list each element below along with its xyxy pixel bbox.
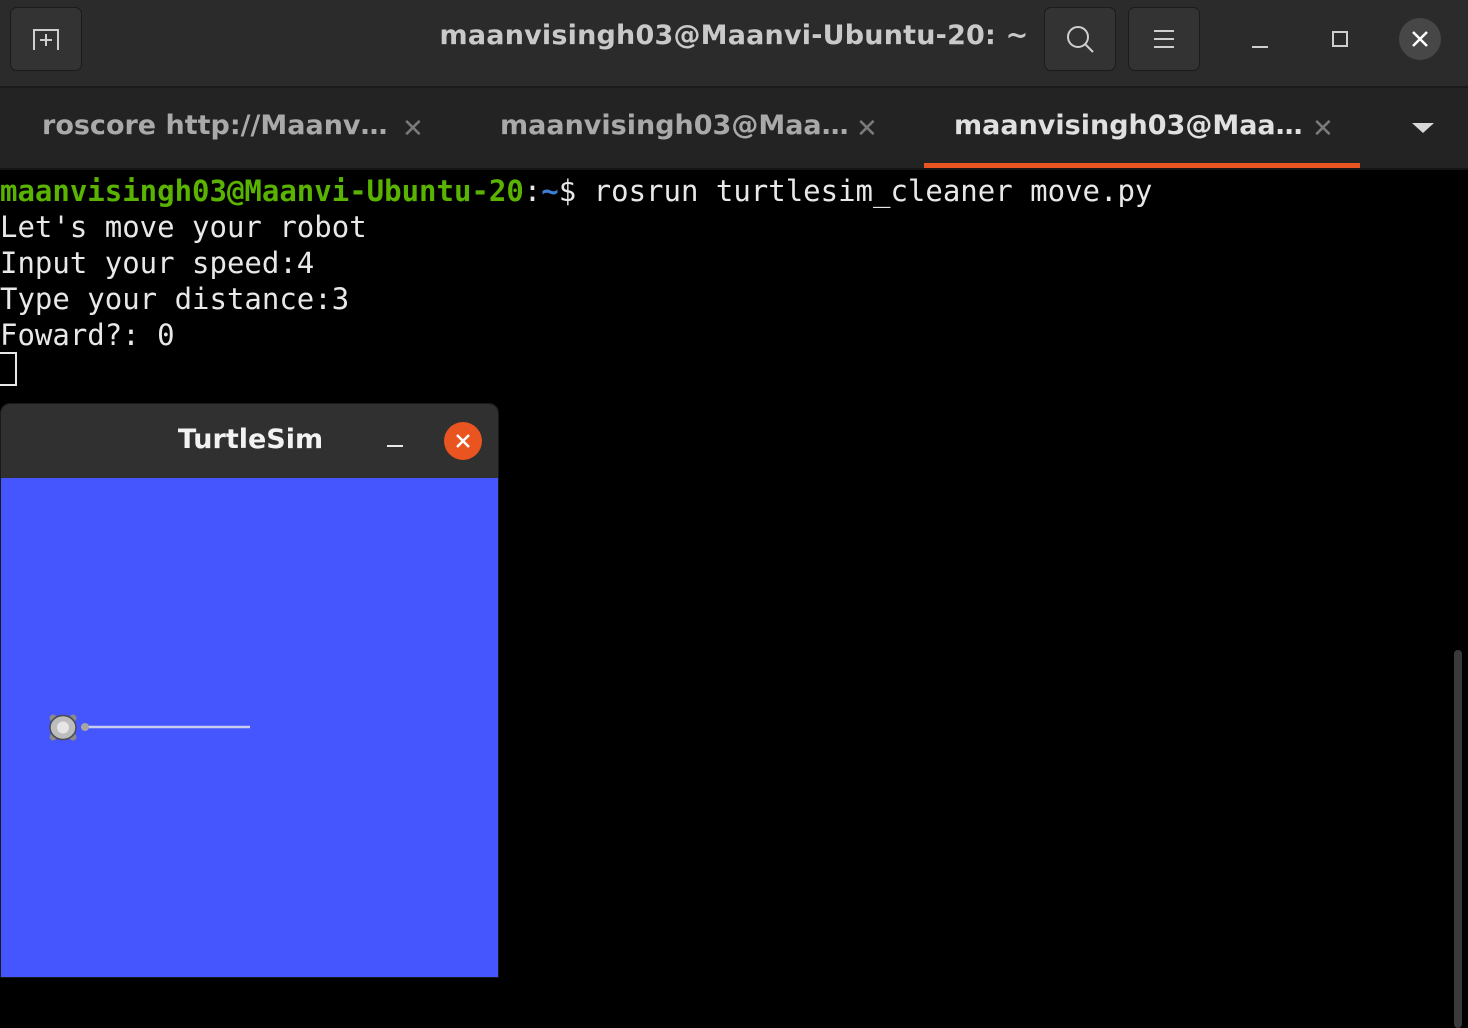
prompt-symbol: $ — [558, 174, 594, 208]
tab-close-icon[interactable]: ✕ — [402, 114, 424, 144]
tab-overflow-button[interactable] — [1410, 120, 1436, 139]
prompt-separator: : — [523, 174, 542, 208]
tab-close-icon[interactable]: ✕ — [1312, 114, 1334, 144]
output-line: Input your speed:4 — [0, 246, 315, 280]
close-icon — [456, 434, 470, 448]
minimize-icon — [1252, 46, 1268, 48]
search-button[interactable] — [1044, 7, 1116, 71]
turtle-icon — [49, 714, 89, 741]
tab-label: maanvisingh03@Maa… — [500, 110, 849, 141]
turtlesim-window: TurtleSim — [0, 403, 499, 978]
menu-button[interactable] — [1128, 7, 1200, 71]
output-line: Let's move your robot — [0, 210, 367, 244]
hamburger-menu-icon — [1154, 30, 1174, 48]
tab-label: roscore http://Maanv… — [42, 110, 388, 141]
turtle-scene — [49, 714, 250, 741]
search-icon — [1067, 26, 1094, 53]
tab-bar: roscore http://Maanv… ✕ maanvisingh03@Ma… — [0, 88, 1468, 170]
output-line: Type your distance:3 — [0, 282, 350, 316]
turtlesim-minimize-button[interactable] — [384, 426, 406, 456]
minimize-icon — [387, 445, 403, 447]
prompt-user: maanvisingh03@Maanvi-Ubuntu-20 — [0, 174, 524, 208]
maximize-icon — [1332, 31, 1348, 47]
tab-roscore[interactable]: roscore http://Maanv… ✕ — [0, 88, 462, 168]
close-button[interactable] — [1399, 18, 1441, 60]
headerbar: maanvisingh03@Maanvi-Ubuntu-20: ~ — [0, 0, 1468, 88]
turtlesim-close-button[interactable] — [444, 422, 482, 460]
turtlesim-title: TurtleSim — [177, 424, 324, 455]
minimize-button[interactable] — [1239, 18, 1281, 60]
command-line: maanvisingh03@Maanvi-Ubuntu-20:~$ rosrun… — [0, 173, 1152, 209]
turtlesim-titlebar[interactable]: TurtleSim — [1, 404, 498, 478]
active-tab-indicator — [924, 163, 1360, 168]
close-icon — [1412, 31, 1428, 47]
scrollbar[interactable] — [1454, 650, 1462, 1028]
tab-terminal-3-active[interactable]: maanvisingh03@Maa… ✕ — [924, 88, 1360, 168]
turtlesim-canvas — [1, 478, 498, 977]
chevron-down-icon — [1412, 123, 1434, 133]
output-line: Foward?: 0 — [0, 318, 175, 352]
command-text: rosrun turtlesim_cleaner move.py — [593, 174, 1153, 208]
maximize-button[interactable] — [1319, 18, 1361, 60]
terminal-cursor — [0, 352, 17, 386]
prompt-path: ~ — [541, 174, 559, 208]
tab-label: maanvisingh03@Maa… — [954, 110, 1303, 141]
tab-terminal-2[interactable]: maanvisingh03@Maa… ✕ — [462, 88, 924, 168]
tab-close-icon[interactable]: ✕ — [856, 114, 878, 144]
